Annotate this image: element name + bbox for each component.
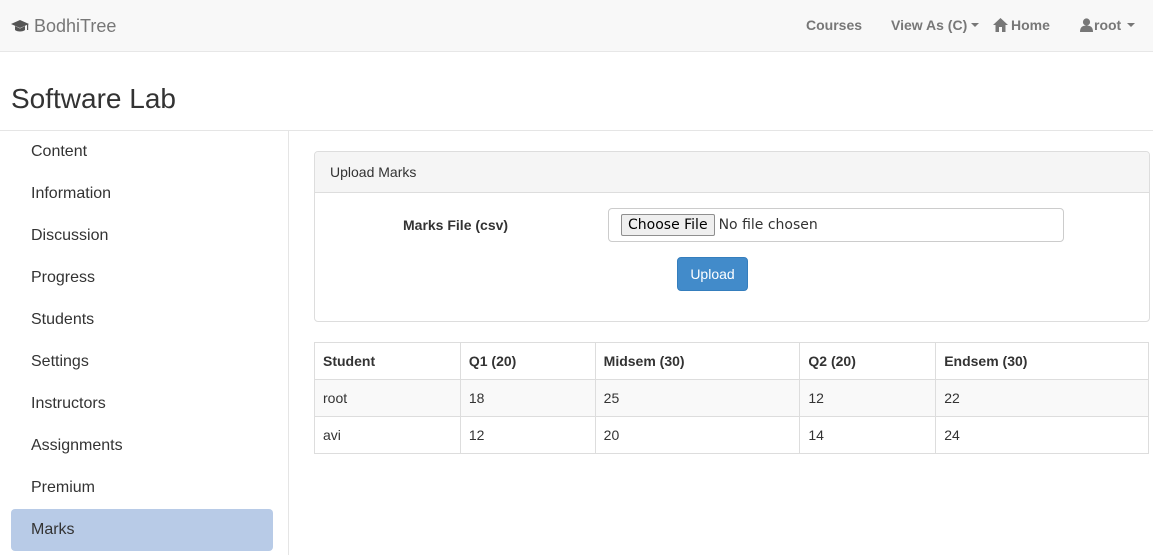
nav-home-link[interactable]: Home xyxy=(993,16,1050,34)
sidebar-item-label: Discussion xyxy=(31,227,109,244)
sidebar-item-students[interactable]: Students xyxy=(11,299,273,341)
column-header: Endsem (30) xyxy=(935,342,1149,380)
sidebar-item-discussion[interactable]: Discussion xyxy=(11,215,273,257)
marks-file-label: Marks File (csv) xyxy=(403,217,509,233)
sidebar-item-label: Premium xyxy=(31,479,96,496)
view-as-dropdown[interactable]: View As (C) xyxy=(891,16,980,34)
file-status-text: No file chosen xyxy=(718,217,818,233)
page-title: Software Lab xyxy=(11,83,176,114)
sidebar-item-information[interactable]: Information xyxy=(11,173,273,215)
table-row: avi 12 20 14 24 xyxy=(314,416,1149,454)
home-icon xyxy=(993,18,1008,32)
sidebar-item-progress[interactable]: Progress xyxy=(11,257,273,299)
user-name: root xyxy=(1094,17,1122,33)
table-cell: avi xyxy=(314,416,461,454)
table-cell: 14 xyxy=(799,416,937,454)
sidebar-item-label: Assignments xyxy=(31,437,123,454)
sidebar-item-assignments[interactable]: Assignments xyxy=(11,425,273,467)
marks-file-input[interactable]: Choose File No file chosen xyxy=(608,208,1064,242)
nav-courses-link[interactable]: Courses xyxy=(806,16,862,34)
chevron-down-icon xyxy=(971,23,980,27)
sidebar-item-label: Students xyxy=(31,311,95,328)
user-icon xyxy=(1080,18,1093,32)
nav-courses-label: Courses xyxy=(806,17,863,33)
marks-table: Student Q1 (20) Midsem (30) Q2 (20) Ends… xyxy=(314,342,1149,454)
table-row: root 18 25 12 22 xyxy=(314,379,1149,417)
table-cell: 12 xyxy=(799,379,937,417)
sidebar-item-label: Information xyxy=(31,185,112,202)
view-as-label: View As (C) xyxy=(891,17,968,33)
table-cell: 20 xyxy=(594,416,801,454)
column-header: Midsem (30) xyxy=(594,342,801,380)
upload-marks-panel: Upload Marks Marks File (csv) Choose Fil… xyxy=(314,151,1150,322)
table-cell: 25 xyxy=(594,379,801,417)
choose-file-button[interactable]: Choose File xyxy=(621,214,715,236)
sidebar-item-label: Marks xyxy=(31,521,75,538)
sidebar-item-marks[interactable]: Marks xyxy=(11,509,273,551)
sidebar-item-premium[interactable]: Premium xyxy=(11,467,273,509)
column-header: Q1 (20) xyxy=(459,342,596,380)
brand-link[interactable]: BodhiTree xyxy=(11,14,116,38)
upload-button[interactable]: Upload xyxy=(677,257,748,291)
brand-name: BodhiTree xyxy=(34,15,117,36)
column-header: Q2 (20) xyxy=(799,342,937,380)
sidebar-item-label: Content xyxy=(31,143,88,160)
table-cell: 18 xyxy=(459,379,596,417)
table-cell: 22 xyxy=(935,379,1149,417)
top-navbar: BodhiTree Courses View As (C) Home root xyxy=(0,0,1153,52)
sidebar-item-label: Settings xyxy=(31,353,89,370)
table-header-row: Student Q1 (20) Midsem (30) Q2 (20) Ends… xyxy=(314,342,1149,380)
table-cell: root xyxy=(314,379,461,417)
nav-home-label: Home xyxy=(1011,17,1050,33)
sidebar-item-label: Progress xyxy=(31,269,96,286)
sidebar-item-content[interactable]: Content xyxy=(11,131,273,173)
sidebar-item-instructors[interactable]: Instructors xyxy=(11,383,273,425)
panel-title: Upload Marks xyxy=(330,164,417,180)
table-cell: 24 xyxy=(935,416,1149,454)
sidebar-item-settings[interactable]: Settings xyxy=(11,341,273,383)
table-cell: 12 xyxy=(459,416,596,454)
panel-heading: Upload Marks xyxy=(315,152,1149,193)
column-header: Student xyxy=(314,342,461,380)
user-menu-dropdown[interactable]: root xyxy=(1080,16,1136,34)
course-sidebar: Content Information Discussion Progress … xyxy=(0,131,289,555)
sidebar-item-label: Instructors xyxy=(31,395,106,412)
chevron-down-icon xyxy=(1127,23,1136,27)
graduation-cap-icon xyxy=(11,20,29,32)
